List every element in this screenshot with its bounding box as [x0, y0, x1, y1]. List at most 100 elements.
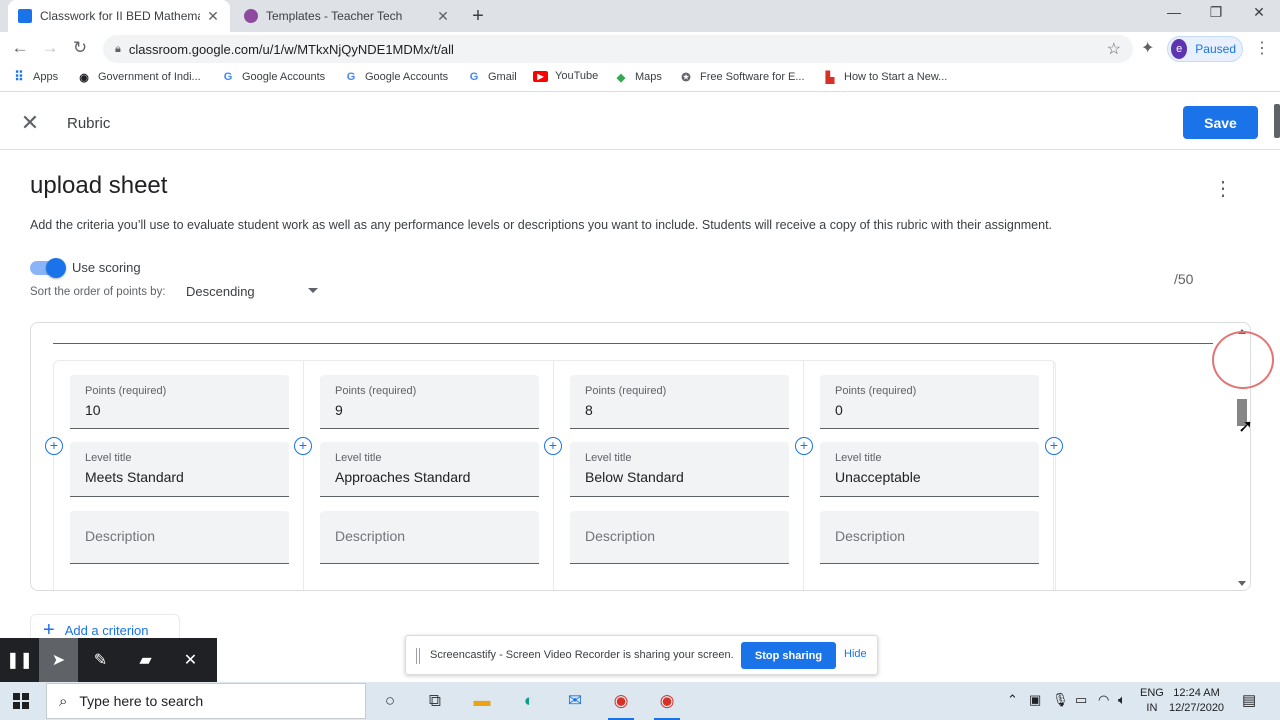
description-field[interactable]: Description — [320, 511, 539, 564]
bookmark-star-icon[interactable]: ☆ — [1107, 39, 1121, 59]
add-level-icon[interactable]: + — [1045, 437, 1063, 455]
close-icon[interactable]: ✕ — [20, 110, 40, 136]
field-label: Points (required) — [835, 385, 917, 397]
bookmark-label: Government of Indi... — [98, 71, 201, 83]
description-field[interactable]: Description — [70, 511, 289, 564]
close-tab-icon[interactable]: ✕ — [436, 8, 450, 25]
tab-templates[interactable]: Templates - Teacher Tech ✕ — [234, 0, 460, 32]
recorder-toolbar: ❚❚ ➤ ✎ ▰ ✕ — [0, 638, 217, 682]
sort-order-select[interactable]: Descending — [186, 284, 320, 299]
hide-link[interactable]: Hide — [844, 648, 867, 660]
add-level-icon[interactable]: + — [294, 437, 312, 455]
pause-icon[interactable]: ❚❚ — [0, 638, 39, 682]
pen-icon[interactable]: ✎ — [78, 638, 123, 682]
points-field[interactable]: Points (required) 8 — [570, 375, 789, 429]
pointer-icon[interactable]: ➤ — [39, 638, 78, 682]
bookmark-label: YouTube — [555, 70, 599, 82]
edge-icon[interactable]: ◐ — [516, 688, 542, 714]
close-window-icon[interactable]: ✕ — [1249, 4, 1269, 21]
new-tab-icon[interactable]: + — [468, 5, 488, 28]
use-scoring-toggle[interactable] — [30, 258, 66, 278]
windows-start-icon[interactable] — [13, 693, 29, 709]
points-field[interactable]: Points (required) 0 — [820, 375, 1039, 429]
file-explorer-icon[interactable]: ▬ — [469, 688, 495, 714]
stop-sharing-button[interactable]: Stop sharing — [741, 642, 836, 669]
bookmark-gmail[interactable]: G Gmail — [467, 70, 517, 84]
mail-icon[interactable]: ✉ — [562, 688, 588, 714]
microphone-icon[interactable]: 🎙︎ — [1052, 692, 1069, 708]
description-field[interactable]: Description — [820, 511, 1039, 564]
bookmark-youtube[interactable]: ▶ YouTube — [533, 70, 598, 82]
volume-icon[interactable]: 🔈︎ — [1118, 692, 1126, 708]
notifications-icon[interactable]: ▤ — [1242, 691, 1256, 709]
points-value: 9 — [335, 402, 343, 418]
bookmark-label: How to Start a New... — [844, 71, 948, 83]
input-language[interactable]: ENG IN — [1140, 686, 1164, 716]
add-criterion-label: Add a criterion — [64, 622, 149, 638]
more-options-icon[interactable]: ⋮ — [1213, 176, 1233, 201]
add-level-icon[interactable]: + — [45, 437, 63, 455]
tray-expand-icon[interactable]: ⌃ — [1007, 692, 1018, 708]
close-icon[interactable]: ✕ — [168, 638, 213, 682]
back-icon[interactable]: ← — [9, 38, 31, 58]
bookmark-google-accounts[interactable]: G Google Accounts — [221, 70, 325, 84]
minimize-icon[interactable]: — — [1164, 4, 1184, 20]
bookmark-google-accounts-2[interactable]: G Google Accounts — [344, 70, 448, 84]
add-level-icon[interactable]: + — [795, 437, 813, 455]
blocks-icon: ▙ — [825, 71, 835, 84]
wifi-icon[interactable]: ◠ — [1098, 692, 1109, 708]
bookmark-maps[interactable]: ◆ Maps — [614, 70, 662, 84]
bookmark-government[interactable]: ◉ Government of Indi... — [77, 70, 201, 84]
search-icon: ⌕ — [59, 692, 68, 710]
chrome-icon[interactable]: ◉ — [654, 688, 680, 720]
bookmark-how-to-start[interactable]: ▙ How to Start a New... — [823, 70, 948, 84]
scroll-down-icon[interactable] — [1238, 581, 1246, 586]
maximize-icon[interactable]: ❐ — [1206, 4, 1226, 21]
meet-icon[interactable]: ▣ — [1029, 692, 1041, 708]
search-placeholder: Type here to search — [79, 693, 204, 709]
clock[interactable]: 12:24 AM 12/27/2020 — [1169, 686, 1224, 716]
level-title-field[interactable]: Level title Unacceptable — [820, 442, 1039, 497]
field-label: Points (required) — [585, 385, 667, 397]
chrome-icon[interactable]: ◉ — [608, 688, 634, 720]
google-icon: G — [346, 71, 356, 83]
google-icon: G — [223, 71, 233, 83]
description-field[interactable]: Description — [570, 511, 789, 564]
bookmark-label: Gmail — [488, 71, 517, 83]
points-value: 10 — [85, 402, 101, 418]
level-card: Points (required) 9 Level title Approach… — [304, 361, 554, 590]
address-bar[interactable]: 🔒︎ classroom.google.com/u/1/w/MTkxNjQyND… — [103, 35, 1133, 63]
bookmark-label: Google Accounts — [365, 71, 449, 83]
software-icon: ✪ — [681, 71, 691, 84]
forward-icon[interactable]: → — [39, 38, 61, 58]
browser-menu-icon[interactable]: ⋮ — [1254, 38, 1270, 58]
toggle-knob — [46, 258, 66, 278]
points-field[interactable]: Points (required) 9 — [320, 375, 539, 429]
bookmark-free-software[interactable]: ✪ Free Software for E... — [679, 70, 804, 84]
profile-button[interactable]: e Paused — [1167, 36, 1243, 62]
region-code: IN — [1146, 702, 1158, 714]
taskbar-search[interactable]: ⌕ Type here to search — [46, 683, 366, 719]
maps-icon: ◆ — [616, 71, 626, 84]
bookmarks-bar: ⠿ Apps ◉ Government of Indi... G Google … — [0, 66, 1280, 92]
task-view-icon[interactable]: ⧉ — [422, 688, 448, 714]
cortana-icon[interactable]: ○ — [377, 688, 403, 714]
add-level-icon[interactable]: + — [544, 437, 562, 455]
highlighter-icon[interactable]: ▰ — [123, 638, 168, 682]
extensions-icon[interactable]: ✦ — [1141, 38, 1154, 58]
tab-classwork[interactable]: Classwork for II BED Mathematics ✕ — [8, 0, 230, 32]
close-tab-icon[interactable]: ✕ — [206, 8, 220, 25]
drag-handle-icon[interactable] — [416, 648, 420, 664]
points-field[interactable]: Points (required) 10 — [70, 375, 289, 429]
click-highlight-ring — [1212, 331, 1274, 389]
bookmark-apps[interactable]: ⠿ Apps — [12, 69, 58, 84]
level-title-field[interactable]: Level title Approaches Standard — [320, 442, 539, 497]
performance-levels: Points (required) 10 Level title Meets S… — [53, 360, 1056, 590]
battery-icon[interactable]: ▭ — [1075, 692, 1087, 708]
save-button[interactable]: Save — [1183, 106, 1258, 139]
field-label: Level title — [585, 452, 632, 464]
chevron-down-icon — [308, 288, 318, 293]
level-title-field[interactable]: Level title Below Standard — [570, 442, 789, 497]
reload-icon[interactable]: ↻ — [69, 38, 91, 58]
level-title-field[interactable]: Level title Meets Standard — [70, 442, 289, 497]
